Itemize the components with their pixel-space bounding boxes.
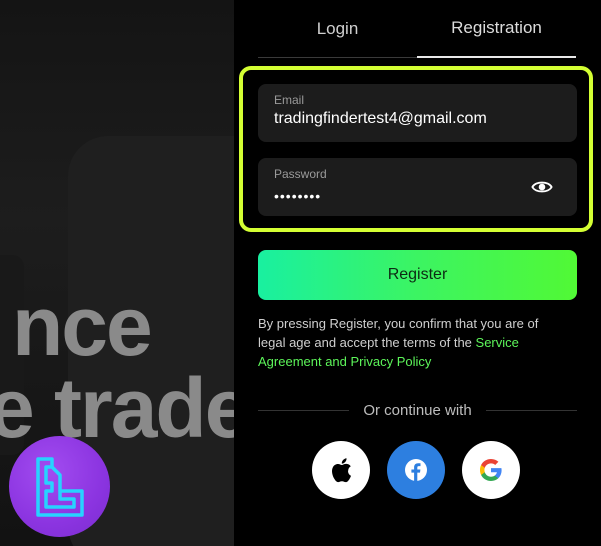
facebook-login-button[interactable] <box>387 441 445 499</box>
show-password-icon[interactable] <box>531 177 553 197</box>
google-icon <box>480 459 502 481</box>
password-input[interactable]: •••••••• <box>274 188 321 204</box>
facebook-icon <box>405 459 427 481</box>
auth-tabs: Login Registration <box>258 0 576 58</box>
tab-login[interactable]: Login <box>258 0 417 58</box>
email-field[interactable]: Email tradingfindertest4@gmail.com <box>258 84 577 142</box>
tab-registration[interactable]: Registration <box>417 0 576 58</box>
register-button[interactable]: Register <box>258 250 577 300</box>
password-field[interactable]: Password •••••••• <box>258 158 577 216</box>
auth-panel: Login Registration Email tradingfinderte… <box>234 0 601 546</box>
apple-icon <box>332 458 351 483</box>
google-login-button[interactable] <box>462 441 520 499</box>
email-input[interactable]: tradingfindertest4@gmail.com <box>274 110 487 128</box>
divider-line-left <box>258 409 350 411</box>
password-label: Password <box>274 167 327 181</box>
divider-text: Or continue with <box>363 401 472 419</box>
terms-text: By pressing Register, you confirm that y… <box>258 314 568 371</box>
brand-logo <box>9 436 110 537</box>
or-continue-divider: Or continue with <box>258 400 578 420</box>
apple-login-button[interactable] <box>312 441 370 499</box>
email-label: Email <box>274 93 305 107</box>
brand-logo-icon <box>35 456 84 517</box>
divider-line-right <box>485 409 578 411</box>
